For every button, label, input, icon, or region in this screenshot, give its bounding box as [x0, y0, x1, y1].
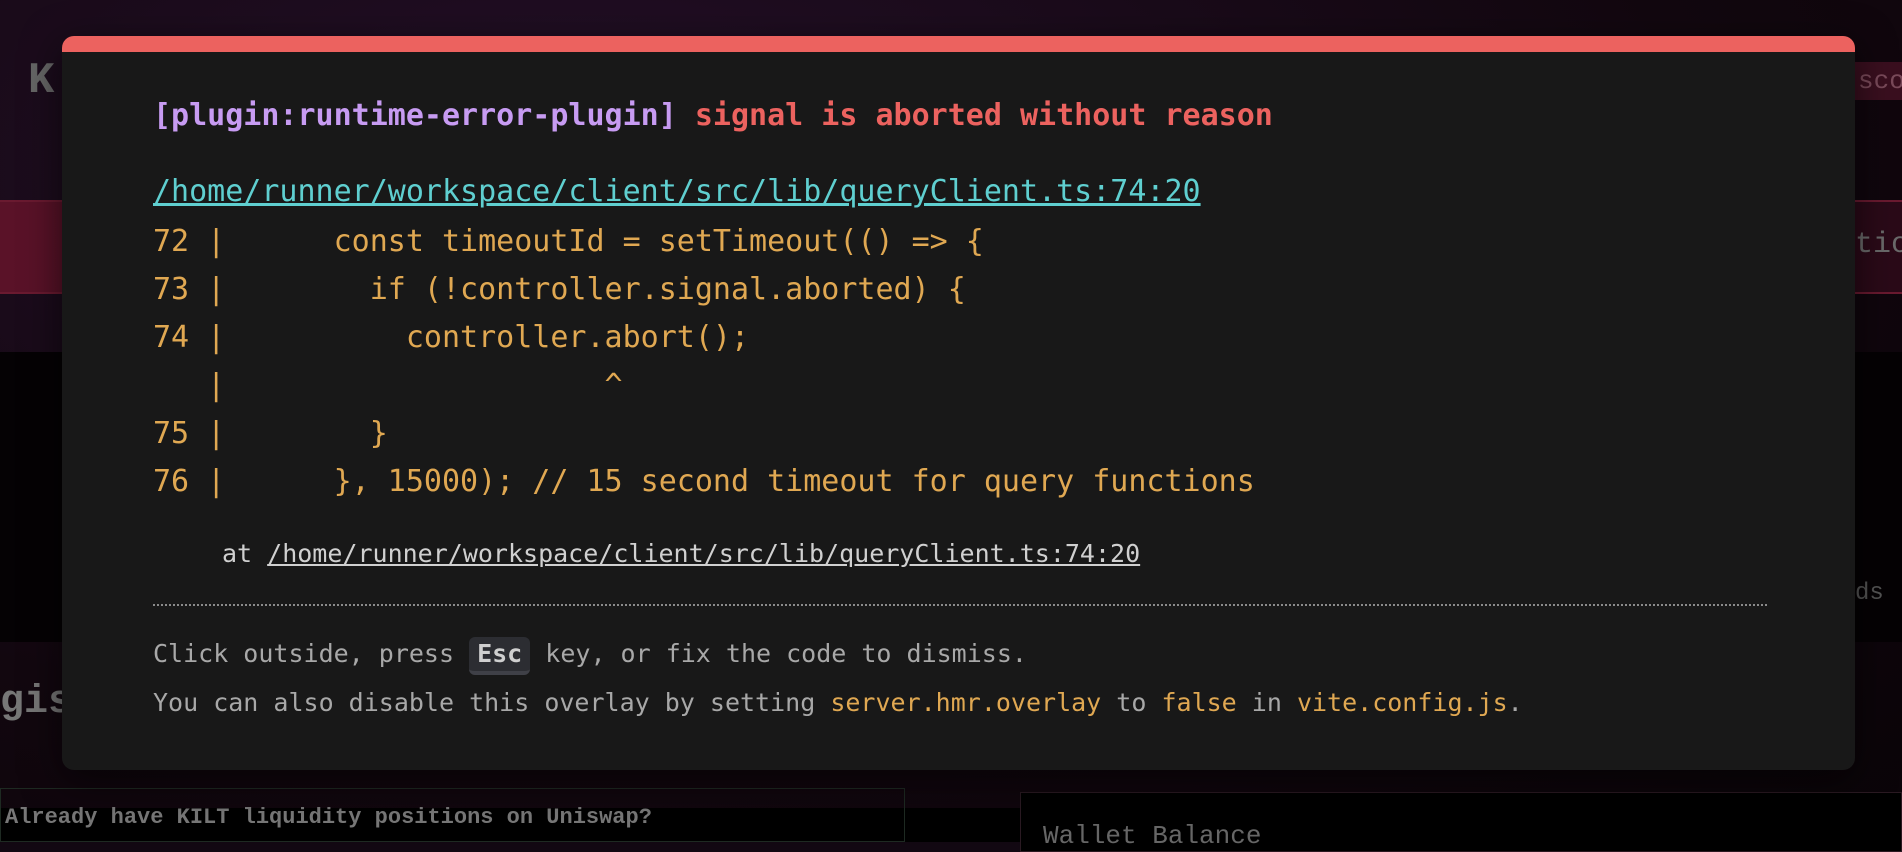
error-message: [plugin:runtime-error-plugin] signal is … [153, 98, 1273, 133]
tab-fragment[interactable]: tio [1855, 228, 1902, 262]
disable-tip: You can also disable this overlay by set… [153, 688, 1523, 717]
stack-prefix: at [222, 539, 268, 568]
logo: K [28, 56, 55, 106]
error-accent-bar [62, 36, 1855, 52]
config-setting: server.hmr.overlay [830, 688, 1102, 717]
config-file: vite.config.js [1296, 688, 1508, 717]
wallet-balance-label: Wallet Balance [1020, 792, 1902, 852]
card-fragment: ds [1855, 580, 1884, 607]
tip-text: Click outside, press [153, 639, 470, 668]
code-line: 76 | }, 15000); // 15 second timeout for… [153, 464, 1255, 499]
divider [153, 604, 1767, 606]
config-value: false [1161, 688, 1237, 717]
stack-trace: at /home/runner/workspace/client/src/lib… [222, 539, 1140, 568]
tip-text: You can also disable this overlay by set… [153, 688, 831, 717]
error-text: signal is aborted without reason [694, 98, 1273, 133]
tip-text: to [1101, 688, 1162, 717]
positions-prompt: Already have KILT liquidity positions on… [0, 788, 905, 842]
header-button-fragment[interactable]: sco [1852, 62, 1902, 100]
tip-text: key, or fix the code to dismiss. [530, 639, 1027, 668]
code-line: 72 | const timeoutId = setTimeout(() => … [153, 224, 984, 259]
tip-text: . [1507, 688, 1523, 717]
error-file-link[interactable]: /home/runner/workspace/client/src/lib/qu… [153, 174, 1201, 209]
code-line: 74 | controller.abort(); [153, 320, 750, 355]
tip-text: in [1236, 688, 1297, 717]
plugin-name: [plugin:runtime-error-plugin] [153, 98, 677, 133]
error-overlay: [plugin:runtime-error-plugin] signal is … [62, 36, 1855, 770]
stack-link[interactable]: /home/runner/workspace/client/src/lib/qu… [267, 539, 1140, 568]
code-line: 73 | if (!controller.signal.aborted) { [153, 272, 966, 307]
code-caret-line: | ^ [153, 368, 623, 403]
esc-key: Esc [469, 637, 531, 675]
code-frame: 72 | const timeoutId = setTimeout(() => … [153, 218, 1255, 506]
dismiss-tip: Click outside, press Esc key, or fix the… [153, 637, 1027, 675]
code-line: 75 | } [153, 416, 388, 451]
